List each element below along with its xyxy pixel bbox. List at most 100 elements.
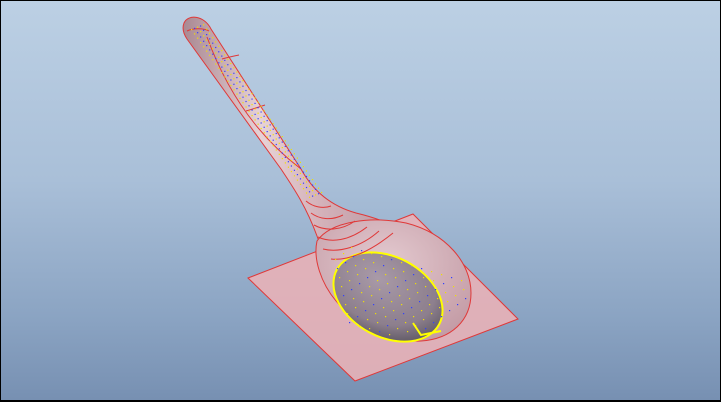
mesh-point: [311, 195, 314, 197]
mesh-point: [413, 316, 415, 318]
mesh-point: [397, 328, 399, 330]
mesh-point: [343, 253, 345, 255]
mesh-point: [293, 164, 295, 166]
graphics-viewport[interactable]: [1, 1, 720, 400]
mesh-point: [236, 77, 238, 79]
mesh-point: [251, 115, 253, 117]
mesh-point: [278, 142, 280, 144]
mesh-point: [263, 121, 265, 123]
mesh-point: [337, 268, 339, 270]
mesh-point: [197, 32, 199, 34]
mesh-point: [311, 190, 314, 192]
mesh-point: [284, 162, 286, 164]
mesh-point: [269, 118, 271, 120]
mesh-point: [308, 174, 311, 176]
mesh-point: [275, 138, 277, 140]
mesh-point: [224, 65, 226, 67]
mesh-point: [257, 107, 259, 109]
mesh-point: [281, 147, 283, 149]
mesh-point: [290, 148, 292, 151]
mesh-point: [203, 24, 205, 26]
mesh-point: [251, 104, 253, 106]
mesh-point: [381, 256, 383, 258]
mesh-point: [314, 194, 317, 196]
mesh-point: [260, 122, 262, 124]
mesh-point: [200, 25, 202, 27]
mesh-point: [305, 181, 308, 183]
mesh-point: [239, 81, 241, 83]
mesh-point: [397, 286, 399, 288]
mesh-point: [248, 88, 250, 90]
mesh-point: [457, 304, 459, 306]
mesh-point: [209, 32, 211, 34]
mesh-point: [353, 256, 355, 258]
mesh-point: [425, 286, 427, 288]
mesh-point: [423, 319, 425, 321]
mesh-point: [417, 292, 419, 294]
mesh-point: [212, 53, 214, 55]
mesh-point: [221, 72, 223, 74]
mesh-point: [224, 59, 226, 61]
mesh-point: [357, 274, 359, 276]
mesh-point: [218, 56, 220, 58]
mesh-point: [281, 136, 283, 138]
mesh-point: [399, 295, 401, 297]
mesh-point: [242, 80, 244, 82]
mesh-point: [305, 192, 308, 194]
mesh-point: [275, 127, 277, 129]
mesh-point: [387, 283, 389, 285]
mesh-point: [302, 171, 305, 173]
mesh-point: [421, 268, 423, 270]
mesh-point: [269, 135, 271, 137]
mesh-point: [419, 301, 421, 303]
mesh-point: [233, 67, 235, 69]
mesh-point: [391, 301, 393, 303]
mesh-point: [236, 88, 238, 90]
mesh-point: [308, 180, 311, 182]
mesh-point: [275, 132, 277, 135]
model-canvas[interactable]: [1, 1, 720, 400]
mesh-point: [359, 283, 361, 285]
mesh-point: [245, 84, 247, 86]
mesh-point: [351, 289, 353, 291]
mesh-point: [299, 183, 302, 185]
mesh-point: [266, 131, 268, 133]
mesh-point: [302, 188, 305, 190]
mesh-point: [281, 141, 283, 143]
mesh-point: [230, 68, 232, 70]
mesh-point: [230, 62, 232, 65]
mesh-point: [433, 280, 435, 282]
mesh-point: [227, 58, 229, 60]
mesh-point: [269, 129, 271, 131]
mesh-point: [209, 49, 211, 51]
mesh-point: [449, 310, 451, 312]
mesh-point: [339, 277, 341, 279]
mesh-point: [281, 158, 283, 160]
mesh-point: [287, 150, 289, 152]
mesh-point: [359, 325, 361, 327]
mesh-point: [317, 193, 320, 195]
mesh-point: [239, 92, 241, 94]
mesh-point: [206, 28, 208, 30]
mesh-point: [377, 322, 379, 324]
mesh-point: [227, 64, 229, 66]
mesh-point: [375, 313, 377, 315]
mesh-point: [272, 123, 274, 125]
mesh-point: [242, 85, 244, 87]
mesh-point: [212, 42, 214, 44]
mesh-point: [245, 100, 247, 103]
mesh-point: [293, 175, 296, 177]
mesh-point: [395, 277, 397, 279]
mesh-point: [224, 76, 226, 78]
mesh-point: [433, 322, 435, 324]
mesh-point: [381, 298, 383, 300]
mesh-point: [367, 319, 369, 321]
mesh-point: [389, 334, 391, 336]
mesh-point: [290, 170, 293, 173]
mesh-point: [431, 271, 433, 273]
mesh-point: [224, 70, 226, 72]
mesh-point: [413, 274, 415, 276]
mesh-point: [239, 97, 241, 99]
mesh-point: [245, 89, 247, 92]
mesh-point: [248, 99, 250, 101]
